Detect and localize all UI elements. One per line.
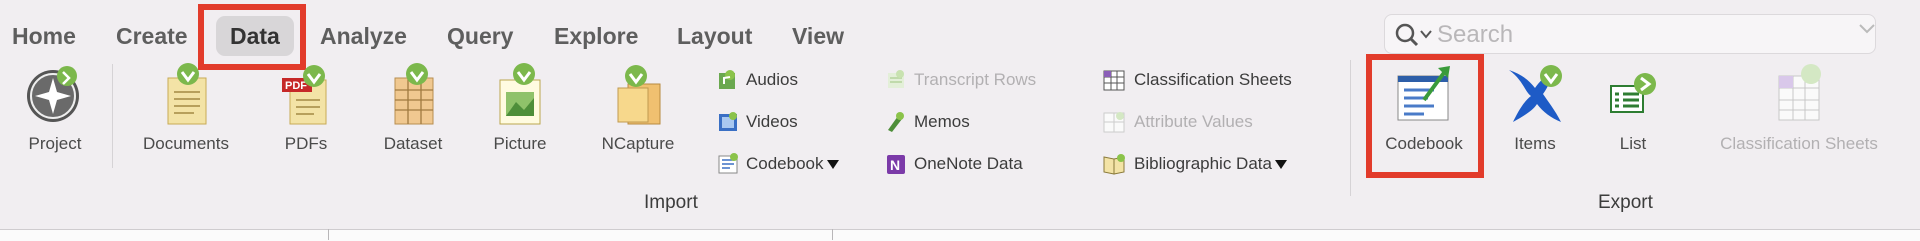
items-export-label: Items (1514, 134, 1556, 153)
bibliographic-data-button[interactable]: Bibliographic Data (1102, 150, 1287, 178)
tab-layout[interactable]: Layout (677, 16, 752, 56)
classification-sheets-export-button: Classification Sheets (1700, 62, 1898, 162)
codebook-import-label: Codebook (746, 154, 824, 173)
ncapture-label: NCapture (601, 134, 675, 153)
data-tab-highlight (198, 4, 306, 70)
classification-sheets-export-label: Classification Sheets (1720, 134, 1878, 153)
ncapture-icon (617, 65, 661, 125)
tab-analyze[interactable]: Analyze (320, 16, 407, 56)
picture-icon (499, 63, 541, 125)
videos-label: Videos (746, 112, 798, 131)
classification-sheets-icon (1103, 70, 1125, 91)
classification-sheets-import-button[interactable]: Classification Sheets (1102, 66, 1292, 94)
classification-sheets-import-label: Classification Sheets (1134, 70, 1292, 89)
dropdown-arrow-icon[interactable] (826, 159, 839, 169)
group-divider (1350, 60, 1351, 196)
pdf-icon: PDF (282, 65, 327, 125)
classification-sheets-export-icon (1778, 64, 1821, 121)
codebook-export-highlight (1366, 54, 1484, 178)
content-area-top-edge (0, 229, 1920, 241)
search-icon (1395, 23, 1432, 47)
items-export-icon (1509, 65, 1562, 122)
pdfs-button[interactable]: PDF PDFs (266, 62, 346, 162)
audios-button[interactable]: Audios (716, 66, 798, 94)
pdfs-label: PDFs (284, 134, 328, 153)
memos-label: Memos (914, 112, 970, 131)
dropdown-arrow-icon[interactable] (1274, 159, 1287, 169)
svg-text:PDF: PDF (285, 80, 307, 92)
attribute-values-label: Attribute Values (1134, 112, 1253, 131)
list-export-label: List (1619, 134, 1647, 153)
transcript-rows-label: Transcript Rows (914, 70, 1037, 89)
picture-button[interactable]: Picture (480, 62, 560, 162)
transcript-rows-icon (888, 70, 904, 88)
project-button[interactable]: Project (14, 62, 96, 162)
tab-create[interactable]: Create (116, 16, 188, 56)
tab-query[interactable]: Query (447, 16, 513, 56)
pane-divider[interactable] (832, 229, 833, 240)
video-icon (719, 112, 737, 131)
attribute-values-button: Attribute Values (1102, 108, 1253, 136)
project-label: Project (28, 134, 82, 153)
videos-button[interactable]: Videos (716, 108, 798, 136)
pane-divider[interactable] (328, 229, 329, 240)
bibliographic-data-label: Bibliographic Data (1134, 154, 1272, 173)
svg-text:N: N (890, 157, 900, 173)
memos-button[interactable]: Memos (884, 108, 970, 136)
onenote-data-label: OneNote Data (914, 154, 1023, 173)
list-export-button[interactable]: List (1598, 62, 1668, 162)
onenote-data-button[interactable]: N OneNote Data (884, 150, 1023, 178)
tab-explore[interactable]: Explore (554, 16, 638, 56)
ncapture-button[interactable]: NCapture (588, 62, 688, 162)
memos-icon (888, 112, 904, 132)
tab-home[interactable]: Home (12, 16, 76, 56)
bibliographic-data-icon (1103, 154, 1125, 175)
tab-view[interactable]: View (792, 16, 844, 56)
audios-label: Audios (746, 70, 798, 89)
audio-icon (719, 70, 735, 89)
documents-icon (167, 63, 207, 125)
project-icon (27, 66, 79, 122)
dataset-icon (394, 63, 434, 125)
search-field[interactable]: Search (1384, 14, 1876, 54)
list-export-icon (1610, 73, 1656, 113)
transcript-rows-button: Transcript Rows (884, 66, 1036, 94)
chevron-down-icon[interactable] (1858, 22, 1876, 36)
attribute-values-icon (1103, 112, 1125, 133)
codebook-import-button[interactable]: Codebook (716, 150, 839, 178)
documents-label: Documents (143, 134, 229, 153)
picture-label: Picture (493, 134, 547, 153)
documents-button[interactable]: Documents (132, 62, 240, 162)
items-export-button[interactable]: Items (1498, 62, 1572, 162)
import-group-label: Import (644, 192, 698, 213)
divider (112, 64, 113, 168)
codebook-small-icon (718, 153, 738, 174)
onenote-icon: N (887, 155, 905, 174)
search-placeholder: Search (1437, 21, 1514, 48)
dataset-label: Dataset (383, 134, 443, 153)
dataset-button[interactable]: Dataset (372, 62, 454, 162)
export-group-label: Export (1598, 192, 1653, 213)
